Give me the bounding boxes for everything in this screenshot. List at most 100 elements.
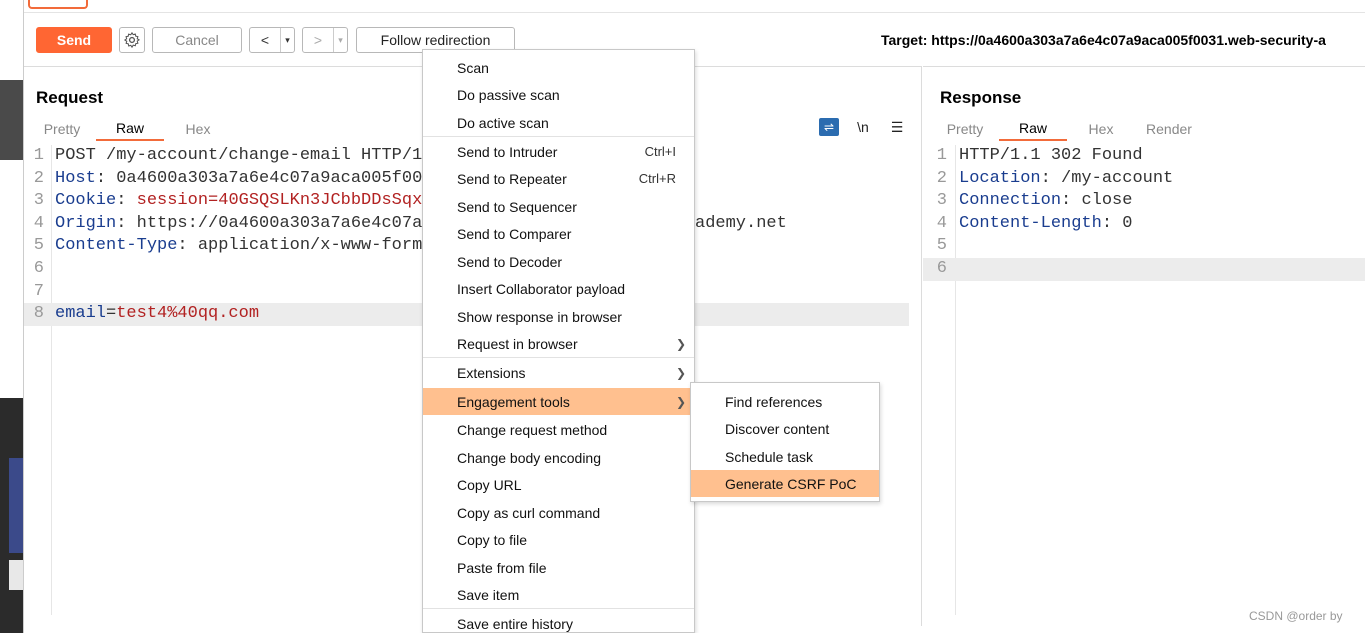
param-separator: = bbox=[106, 304, 117, 324]
menu-item-copy-to-file[interactable]: Copy to file bbox=[423, 526, 694, 553]
editor-line: 5 bbox=[923, 235, 1365, 258]
response-title: Response bbox=[940, 88, 1022, 107]
header-key: Host bbox=[55, 168, 96, 188]
menu-item-label: Find references bbox=[725, 393, 823, 410]
settings-button[interactable] bbox=[119, 27, 145, 53]
header-separator: : bbox=[116, 213, 137, 233]
response-pane: Response Pretty Raw Hex Render 1 HTTP/1.1… bbox=[923, 66, 1365, 626]
editor-line: 2 Location: /my-account bbox=[923, 168, 1365, 191]
tab-pretty[interactable]: Pretty bbox=[931, 117, 999, 141]
menu-item-scan[interactable]: Scan bbox=[423, 54, 694, 81]
tab-raw[interactable]: Raw bbox=[96, 117, 164, 141]
menu-item-label: Send to Decoder bbox=[457, 253, 563, 270]
hamburger-menu-icon[interactable]: ☰ bbox=[887, 119, 907, 136]
menu-item-request-in-browser[interactable]: Request in browser ❯ bbox=[423, 330, 694, 357]
menu-item-send-to-comparer[interactable]: Send to Comparer bbox=[423, 220, 694, 247]
send-button[interactable]: Send bbox=[36, 27, 112, 53]
menu-item-do-passive-scan[interactable]: Do passive scan bbox=[423, 81, 694, 108]
menu-item-insert-collaborator-payload[interactable]: Insert Collaborator payload bbox=[423, 275, 694, 302]
line-number: 6 bbox=[936, 258, 947, 278]
header-separator: : bbox=[177, 236, 198, 256]
tab-render[interactable]: Render bbox=[1135, 117, 1203, 141]
menu-item-extensions[interactable]: Extensions ❯ bbox=[423, 359, 694, 386]
request-title: Request bbox=[36, 88, 104, 107]
editor-line: 1 HTTP/1.1 302 Found bbox=[923, 145, 1365, 168]
shortcut-label: Ctrl+R bbox=[638, 171, 676, 186]
forward-button[interactable]: > ▾ bbox=[302, 27, 348, 53]
newline-toggle[interactable]: \n bbox=[853, 119, 873, 135]
tab-hex[interactable]: Hex bbox=[164, 117, 232, 141]
menu-item-label: Change request method bbox=[457, 421, 608, 438]
line-number: 5 bbox=[936, 236, 947, 256]
header-key: Connection bbox=[959, 191, 1062, 211]
request-line-text: POST /my-account/change-email HTTP/1. bbox=[55, 146, 433, 165]
menu-item-label: Save entire history bbox=[457, 615, 573, 632]
menu-item-copy-url[interactable]: Copy URL bbox=[423, 471, 694, 498]
repeater-active-tab[interactable] bbox=[28, 0, 88, 9]
word-wrap-icon[interactable]: ⇌ bbox=[819, 118, 839, 136]
menu-item-change-body-encoding[interactable]: Change body encoding bbox=[423, 444, 694, 471]
header-separator: : bbox=[116, 191, 137, 211]
line-number: 2 bbox=[33, 168, 44, 188]
menu-item-discover-content[interactable]: Discover content bbox=[691, 415, 879, 442]
chevron-left-icon: < bbox=[260, 32, 270, 48]
chevron-down-icon[interactable]: ▾ bbox=[280, 28, 294, 52]
header-key: Origin bbox=[55, 213, 117, 233]
menu-separator bbox=[423, 357, 694, 358]
cancel-button[interactable]: Cancel bbox=[152, 27, 242, 53]
line-number: 1 bbox=[936, 146, 947, 165]
response-editor[interactable]: 1 HTTP/1.1 302 Found 2 Location: /my-accou… bbox=[923, 145, 1365, 281]
header-value: https://0a4600a303a7a6e4c07a9 bbox=[136, 213, 433, 233]
header-separator: : bbox=[1101, 213, 1123, 233]
tab-hex[interactable]: Hex bbox=[1067, 117, 1135, 141]
target-url[interactable]: Target: https://0a4600a303a7a6e4c07a9aca… bbox=[881, 32, 1326, 48]
header-value: 0a4600a303a7a6e4c07a9aca005f003 bbox=[116, 168, 433, 188]
menu-item-send-to-intruder[interactable]: Send to Intruder Ctrl+I bbox=[423, 138, 694, 165]
menu-item-save-item[interactable]: Save item bbox=[423, 581, 694, 608]
context-menu: Scan Do passive scan Do active scan Send… bbox=[422, 49, 695, 633]
request-editor-tools: ⇌ \n ☰ bbox=[819, 118, 907, 136]
header-value: application/x-www-form- bbox=[197, 236, 433, 256]
menu-item-label: Do active scan bbox=[457, 114, 549, 131]
header-separator: : bbox=[95, 168, 117, 188]
menu-item-do-active-scan[interactable]: Do active scan bbox=[423, 109, 694, 136]
tab-pretty[interactable]: Pretty bbox=[28, 117, 96, 141]
menu-item-label: Generate CSRF PoC bbox=[725, 475, 857, 492]
chevron-right-icon: > bbox=[313, 32, 323, 48]
line-number: 4 bbox=[936, 213, 947, 233]
menu-item-paste-from-file[interactable]: Paste from file bbox=[423, 554, 694, 581]
menu-item-send-to-repeater[interactable]: Send to Repeater Ctrl+R bbox=[423, 165, 694, 192]
line-number: 3 bbox=[936, 191, 947, 211]
header-separator: : bbox=[1040, 168, 1062, 188]
line-number: 5 bbox=[33, 236, 44, 256]
menu-item-save-entire-history[interactable]: Save entire history bbox=[423, 610, 694, 633]
menu-item-label: Send to Repeater bbox=[457, 170, 567, 187]
header-key: Content-Length bbox=[959, 213, 1102, 233]
header-separator: : bbox=[1061, 191, 1082, 211]
header-value-tail: ademy.net bbox=[695, 213, 787, 233]
menu-item-send-to-sequencer[interactable]: Send to Sequencer bbox=[423, 193, 694, 220]
menu-item-label: Copy as curl command bbox=[457, 504, 601, 521]
chevron-down-icon[interactable]: ▾ bbox=[333, 28, 347, 52]
menu-item-engagement-tools[interactable]: Engagement tools ❯ bbox=[423, 388, 694, 415]
menu-item-label: Extensions bbox=[457, 364, 526, 381]
status-line: HTTP/1.1 302 Found bbox=[959, 146, 1143, 165]
param-key: email bbox=[55, 304, 107, 324]
menu-item-generate-csrf-poc[interactable]: Generate CSRF PoC bbox=[691, 470, 879, 497]
watermark: CSDN @order by bbox=[1249, 609, 1343, 623]
line-number: 1 bbox=[33, 146, 44, 165]
editor-line-current: 6 bbox=[923, 257, 1365, 281]
menu-item-find-references[interactable]: Find references bbox=[691, 388, 879, 415]
menu-item-schedule-task[interactable]: Schedule task bbox=[691, 443, 879, 470]
menu-item-label: Send to Intruder bbox=[457, 143, 558, 160]
header-key: Content-Type bbox=[55, 236, 178, 256]
tab-raw[interactable]: Raw bbox=[999, 117, 1067, 141]
menu-item-label: Do passive scan bbox=[457, 86, 560, 103]
shortcut-label: Ctrl+I bbox=[644, 144, 676, 159]
menu-item-copy-as-curl-command[interactable]: Copy as curl command bbox=[423, 499, 694, 526]
menu-item-show-response-in-browser[interactable]: Show response in browser bbox=[423, 303, 694, 330]
back-button[interactable]: < ▾ bbox=[249, 27, 295, 53]
menu-item-change-request-method[interactable]: Change request method bbox=[423, 416, 694, 443]
menu-item-send-to-decoder[interactable]: Send to Decoder bbox=[423, 248, 694, 275]
line-number: 6 bbox=[33, 258, 44, 278]
